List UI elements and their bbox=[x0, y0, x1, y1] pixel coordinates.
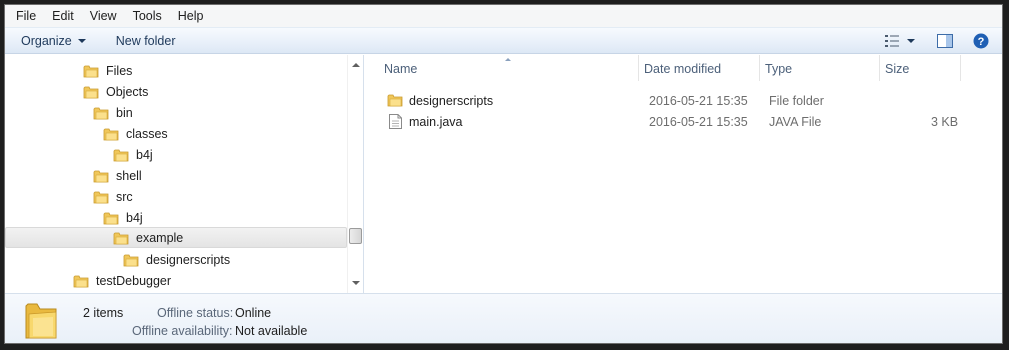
tree-item-src[interactable]: src bbox=[93, 186, 133, 207]
preview-pane-icon bbox=[937, 33, 953, 48]
scroll-down-icon[interactable] bbox=[352, 281, 360, 285]
scroll-thumb[interactable] bbox=[349, 228, 362, 244]
view-dropdown-icon bbox=[907, 38, 915, 43]
file-date: 2016-05-21 15:35 bbox=[649, 115, 748, 129]
document-icon bbox=[389, 114, 402, 132]
view-list-icon bbox=[885, 34, 899, 47]
organize-label: Organize bbox=[21, 33, 72, 48]
scroll-up-icon[interactable] bbox=[352, 63, 360, 67]
help-icon: ? bbox=[973, 33, 989, 48]
new-folder-button[interactable]: New folder bbox=[108, 34, 184, 48]
file-name: main.java bbox=[409, 115, 463, 129]
tree-item-testdebugger[interactable]: testDebugger bbox=[73, 270, 171, 291]
column-type[interactable]: Type bbox=[761, 55, 880, 81]
explorer-window: File Edit View Tools Help Organize New f… bbox=[4, 4, 1003, 344]
tree-item-b4j[interactable]: b4j bbox=[113, 144, 153, 165]
tree-item-label: b4j bbox=[136, 147, 153, 162]
menu-edit[interactable]: Edit bbox=[44, 6, 82, 26]
column-size[interactable]: Size bbox=[881, 55, 961, 81]
tree-item-label: Objects bbox=[106, 84, 149, 99]
command-bar-tools: ? bbox=[880, 28, 1002, 53]
tree-item-files[interactable]: Files bbox=[83, 60, 132, 81]
offline-availability-value: Not available bbox=[235, 324, 308, 338]
folder-icon bbox=[113, 149, 129, 161]
menu-tools[interactable]: Tools bbox=[125, 6, 170, 26]
change-view-button[interactable] bbox=[880, 30, 920, 52]
tree-item-label: b4j bbox=[126, 210, 143, 225]
folder-icon bbox=[93, 191, 109, 203]
help-button[interactable]: ? bbox=[966, 30, 996, 52]
file-type: JAVA File bbox=[769, 115, 822, 129]
menu-help[interactable]: Help bbox=[170, 6, 212, 26]
folder-icon bbox=[113, 232, 129, 244]
tree-item-label: src bbox=[116, 189, 133, 204]
column-headers: Name Date modified Type Size bbox=[365, 55, 1002, 81]
column-name[interactable]: Name bbox=[380, 55, 639, 81]
tree-item-label: Files bbox=[106, 63, 133, 78]
file-date: 2016-05-21 15:35 bbox=[649, 94, 748, 108]
preview-pane-button[interactable] bbox=[930, 30, 960, 52]
folder-icon bbox=[103, 128, 119, 140]
offline-availability-label: Offline availability: bbox=[132, 324, 233, 338]
file-type: File folder bbox=[769, 94, 824, 108]
file-row-designerscripts[interactable]: designerscripts 2016-05-21 15:35 File fo… bbox=[365, 91, 1002, 112]
command-bar: Organize New folder ? bbox=[5, 27, 1002, 54]
tree-item-label: classes bbox=[126, 126, 168, 141]
folder-icon bbox=[83, 65, 99, 77]
folder-icon bbox=[83, 86, 99, 98]
folder-icon bbox=[73, 275, 89, 287]
tree-scrollbar[interactable] bbox=[347, 55, 363, 293]
menu-bar: File Edit View Tools Help bbox=[5, 5, 1002, 27]
file-size: 3 KB bbox=[931, 115, 959, 129]
tree-item-bin[interactable]: bin bbox=[93, 102, 133, 123]
tree-item-classes[interactable]: classes bbox=[103, 123, 168, 144]
folder-icon bbox=[123, 254, 139, 266]
details-pane: 2 items Offline status: Online Offline a… bbox=[5, 293, 1002, 343]
file-row-main-java[interactable]: main.java 2016-05-21 15:35 JAVA File 3 K… bbox=[365, 112, 1002, 133]
tree-item-designerscripts[interactable]: designerscripts bbox=[123, 249, 230, 270]
tree-item-shell[interactable]: shell bbox=[93, 165, 142, 186]
tree-item-example[interactable]: example bbox=[5, 227, 347, 248]
tree-item-objects[interactable]: Objects bbox=[83, 81, 148, 102]
svg-text:?: ? bbox=[978, 36, 985, 48]
folder-icon bbox=[103, 212, 119, 224]
menu-file[interactable]: File bbox=[8, 6, 44, 26]
chevron-down-icon bbox=[77, 38, 86, 43]
folder-icon bbox=[93, 107, 109, 119]
file-list: Name Date modified Type Size designerscr… bbox=[365, 55, 1002, 293]
folder-large-icon bbox=[23, 300, 59, 343]
offline-status-label: Offline status: bbox=[157, 306, 234, 320]
tree-item-label: example bbox=[136, 230, 184, 245]
tree-item-b4j-src[interactable]: b4j bbox=[103, 207, 143, 228]
tree-item-label: bin bbox=[116, 105, 133, 120]
column-date-modified[interactable]: Date modified bbox=[640, 55, 760, 81]
folder-icon bbox=[387, 93, 403, 110]
offline-status-value: Online bbox=[235, 306, 272, 320]
menu-view[interactable]: View bbox=[82, 6, 125, 26]
folder-icon bbox=[93, 170, 109, 182]
tree-item-label: testDebugger bbox=[96, 273, 172, 288]
navigation-pane: Files Objects bin classes b4j shell src bbox=[5, 55, 364, 293]
item-count: 2 items bbox=[83, 306, 124, 320]
tree-item-label: shell bbox=[116, 168, 142, 183]
file-name: designerscripts bbox=[409, 94, 494, 108]
tree-item-label: designerscripts bbox=[146, 252, 231, 267]
organize-button[interactable]: Organize bbox=[13, 34, 94, 48]
